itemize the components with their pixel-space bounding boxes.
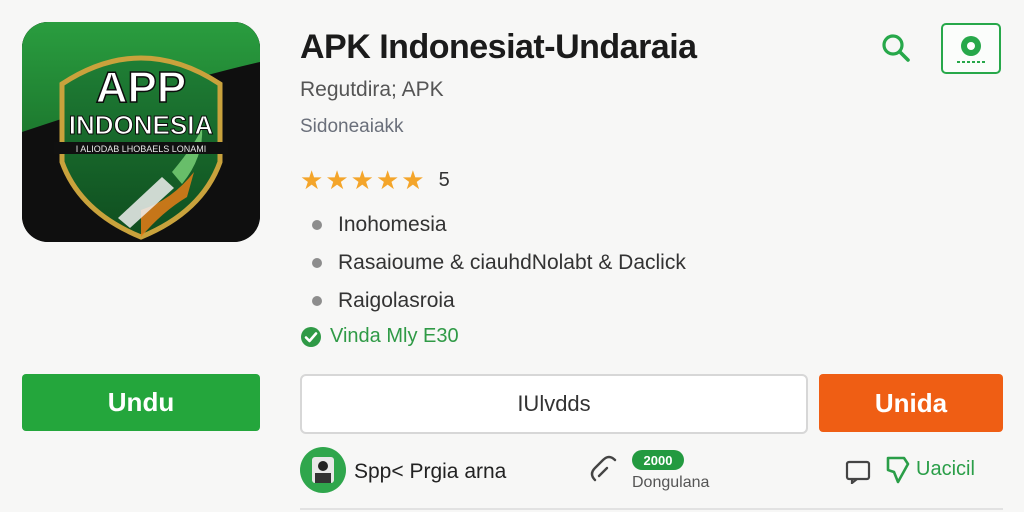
secondary-download-button[interactable]: IUlvdds	[300, 374, 808, 434]
bullet-icon	[312, 258, 322, 268]
star-icon: ★	[401, 165, 425, 195]
app-title: APK Indonesiat-Undaraia	[300, 28, 697, 66]
star-icon: ★	[375, 165, 400, 195]
publisher-name[interactable]: Spp< Prgia arna	[354, 460, 506, 484]
link-icon[interactable]	[585, 454, 619, 488]
publisher-avatar[interactable]	[300, 447, 346, 493]
verified-label: Vinda Mly E30	[330, 325, 459, 347]
feature-item: Raigolasroia	[312, 282, 686, 320]
alternate-download-button[interactable]: Unida	[819, 374, 1003, 432]
app-icon: APP INDONESIA I ALIODAB LHOBAELS LONAMI	[22, 22, 260, 242]
verified-status: Vinda Mly E30	[300, 325, 459, 348]
star-icon: ★	[325, 165, 349, 195]
star-icon: ★	[350, 165, 374, 195]
comment-icon[interactable]	[845, 460, 871, 484]
download-button[interactable]: Undu	[22, 374, 260, 431]
report-label: Uacicil	[916, 457, 975, 480]
avatar-icon	[312, 457, 334, 483]
shield-badge-icon	[957, 35, 985, 63]
search-button[interactable]	[872, 26, 920, 70]
rating-stars: ★ ★ ★ ★ ★ 5	[300, 167, 450, 193]
download-count-label: Dongulana	[632, 474, 710, 491]
app-icon-line3: I ALIODAB LHOBAELS LONAMI	[76, 144, 207, 154]
footer-row: Spp< Prgia arna 2000 Dongulana Uacicil	[0, 446, 1024, 496]
bullet-icon	[312, 220, 322, 230]
feature-item: Rasaioume & ciauhdNolabt & Daclick	[312, 244, 686, 282]
search-icon	[882, 34, 910, 62]
feature-list: Inohomesia Rasaioume & ciauhdNolabt & Da…	[312, 206, 686, 320]
app-icon-line1: APP	[96, 63, 186, 112]
feature-label: Raigolasroia	[338, 289, 455, 312]
check-circle-icon	[301, 326, 321, 347]
app-icon-line2: INDONESIA	[69, 110, 214, 140]
divider	[300, 508, 1003, 510]
feature-item: Inohomesia	[312, 206, 686, 244]
rating-value: 5	[438, 168, 450, 191]
app-subtitle: Regutdira; APK	[300, 78, 444, 101]
download-count-badge: 2000	[632, 450, 684, 470]
report-link[interactable]: Uacicil	[884, 454, 975, 484]
feature-label: Rasaioume & ciauhdNolabt & Daclick	[338, 251, 686, 274]
developer-name[interactable]: Sidoneaiakk	[300, 116, 404, 138]
bullet-icon	[312, 296, 322, 306]
star-icon: ★	[300, 165, 324, 195]
badge-button[interactable]	[941, 23, 1001, 74]
feature-label: Inohomesia	[338, 213, 447, 236]
bookmark-icon	[886, 456, 910, 484]
